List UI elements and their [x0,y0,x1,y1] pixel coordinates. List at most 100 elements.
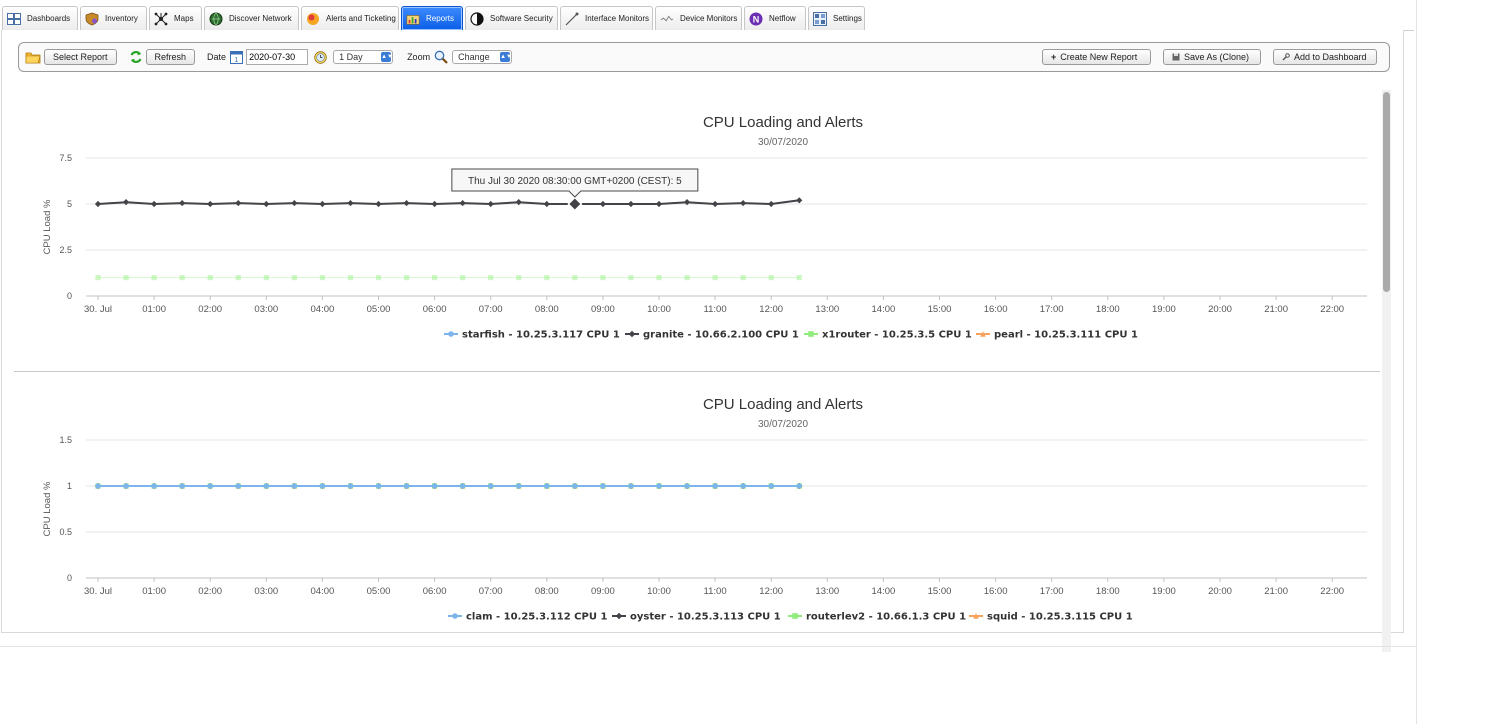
data-point[interactable] [263,200,270,208]
data-point[interactable] [600,483,606,489]
data-point[interactable] [768,483,774,489]
data-point[interactable] [516,483,522,489]
data-point[interactable] [375,483,382,489]
data-point[interactable] [655,200,663,208]
date-input[interactable] [246,49,309,65]
legend-marker-icon[interactable] [808,331,814,337]
data-point[interactable] [151,275,157,281]
data-point[interactable] [291,199,298,207]
tab-reports[interactable]: Reports [401,6,463,30]
refresh-icon[interactable] [129,50,143,64]
data-point[interactable] [740,275,746,281]
data-point[interactable] [768,275,774,281]
data-point[interactable] [347,199,354,207]
data-point[interactable] [488,275,494,281]
data-point[interactable] [543,200,550,208]
data-point[interactable] [656,483,662,489]
data-point[interactable] [235,275,241,281]
legend-item[interactable]: granite - 10.66.2.100 CPU 1 [625,330,799,341]
add-to-dashboard-button[interactable]: Add to Dashboard [1273,49,1377,65]
legend-item[interactable]: routerlev2 - 10.66.1.3 CPU 1 [788,612,966,623]
data-point[interactable] [291,275,297,281]
data-point[interactable] [263,483,269,489]
data-point[interactable] [347,483,354,489]
data-point[interactable] [460,275,466,281]
legend-item[interactable]: starfish - 10.25.3.117 CPU 1 [444,330,620,341]
data-point[interactable] [123,483,129,489]
refresh-button[interactable]: Refresh [145,49,196,65]
legend-item[interactable]: squid - 10.25.3.115 CPU 1 [969,612,1133,623]
data-point[interactable] [179,483,185,489]
data-point[interactable] [712,483,718,489]
save-as-clone-button[interactable]: Save As (Clone) [1163,49,1261,65]
data-point[interactable] [488,483,494,489]
data-point[interactable] [572,483,578,489]
data-point[interactable] [403,199,410,207]
data-point[interactable] [319,200,326,208]
data-point[interactable] [656,275,662,281]
data-point[interactable] [796,197,803,204]
tab-software-security[interactable]: Software Security [465,6,558,30]
scrollbar-thumb[interactable] [1383,92,1390,292]
data-point[interactable] [403,483,410,489]
data-point[interactable] [431,200,438,208]
data-point[interactable] [291,483,297,489]
data-point[interactable] [432,483,438,489]
hovered-data-point[interactable] [567,196,583,212]
data-point[interactable] [95,275,101,281]
create-new-report-button[interactable]: + Create New Report [1042,49,1151,65]
tab-discover-network[interactable]: Discover Network [204,6,299,30]
data-point[interactable] [740,199,747,207]
data-point[interactable] [684,275,690,281]
data-point[interactable] [544,483,550,489]
data-point[interactable] [95,483,101,489]
calendar-icon[interactable]: 1 [230,50,244,64]
data-point[interactable] [796,483,802,489]
data-point[interactable] [123,275,129,281]
data-point[interactable] [263,275,269,281]
zoom-select[interactable]: Change ▲▼ [452,50,513,64]
data-point[interactable] [628,483,634,489]
tab-interface-monitors[interactable]: Interface Monitors [560,6,653,30]
data-point[interactable] [94,200,102,208]
legend-marker-icon[interactable] [448,331,454,337]
data-point[interactable] [207,275,213,281]
legend-item[interactable]: x1router - 10.25.3.5 CPU 1 [804,330,972,341]
data-point[interactable] [432,275,438,281]
tab-settings[interactable]: Settings [808,6,865,30]
data-point[interactable] [375,275,382,281]
legend-marker-icon[interactable] [615,612,623,620]
clock-icon[interactable] [314,50,327,64]
data-point[interactable] [235,483,241,489]
data-point[interactable] [375,200,382,208]
data-point[interactable] [207,483,213,489]
data-point[interactable] [487,200,494,208]
data-point[interactable] [347,275,354,281]
select-report-button[interactable]: Select Report [44,49,117,65]
data-point[interactable] [459,199,466,207]
data-point[interactable] [572,275,578,281]
legend-marker-icon[interactable] [628,330,636,338]
legend-item[interactable]: clam - 10.25.3.112 CPU 1 [448,612,607,623]
legend-marker-icon[interactable] [452,613,458,619]
tab-device-monitors[interactable]: Device Monitors [655,6,742,30]
data-point[interactable] [684,483,690,489]
magnifier-icon[interactable] [434,50,448,64]
legend-item[interactable]: oyster - 10.25.3.113 CPU 1 [612,612,781,623]
data-point[interactable] [627,200,635,208]
tab-dashboards[interactable]: Dashboards [2,6,78,30]
tab-alerts-and-ticketing[interactable]: Alerts and Ticketing [301,6,399,30]
data-point[interactable] [599,200,606,208]
data-point[interactable] [319,483,325,489]
data-point[interactable] [151,483,157,489]
data-point[interactable] [151,200,158,208]
data-point[interactable] [179,275,185,281]
legend-marker-icon[interactable] [792,613,798,619]
data-point[interactable] [460,483,466,489]
data-point[interactable] [516,275,522,281]
data-point[interactable] [319,275,325,281]
vertical-scrollbar[interactable] [1382,90,1391,652]
data-point[interactable] [235,199,242,207]
data-point[interactable] [628,275,634,281]
data-point[interactable] [544,275,550,281]
